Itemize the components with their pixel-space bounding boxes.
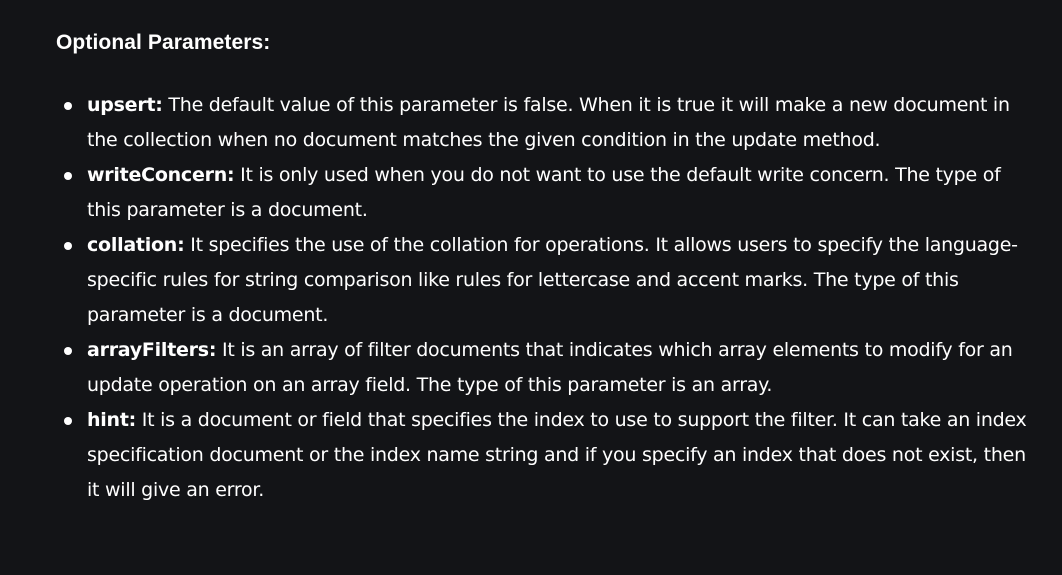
param-description: It is an array of filter documents that … <box>87 339 1013 396</box>
param-name: writeConcern: <box>87 164 235 186</box>
list-item-writeconcern: writeConcern: It is only used when you d… <box>56 158 1036 228</box>
list-item-arrayfilters: arrayFilters: It is an array of filter d… <box>56 333 1036 403</box>
param-name: hint: <box>87 409 136 431</box>
bullet-icon <box>64 417 72 425</box>
bullet-icon <box>64 347 72 355</box>
param-name: upsert: <box>87 94 163 116</box>
bullet-icon <box>64 242 72 250</box>
param-description: It is a document or field that specifies… <box>87 409 1027 501</box>
bullet-icon <box>64 172 72 180</box>
parameter-list: upsert: The default value of this parame… <box>56 88 1036 508</box>
list-item-collation: collation: It specifies the use of the c… <box>56 228 1036 333</box>
list-item-hint: hint: It is a document or field that spe… <box>56 403 1036 508</box>
article-content: Optional Parameters: upsert: The default… <box>56 28 1036 508</box>
bullet-icon <box>64 102 72 110</box>
param-name: collation: <box>87 234 185 256</box>
section-heading: Optional Parameters: <box>56 31 271 54</box>
param-description: The default value of this parameter is f… <box>87 94 1010 151</box>
list-item-upsert: upsert: The default value of this parame… <box>56 88 1036 158</box>
param-description: It specifies the use of the collation fo… <box>87 234 1018 326</box>
param-name: arrayFilters: <box>87 339 217 361</box>
